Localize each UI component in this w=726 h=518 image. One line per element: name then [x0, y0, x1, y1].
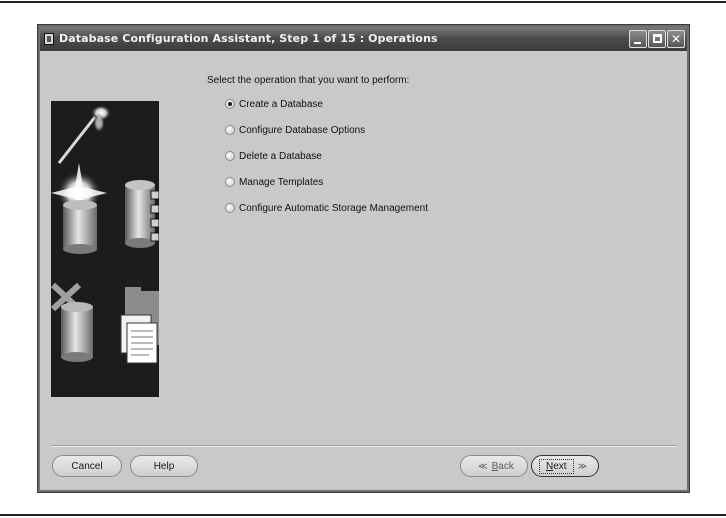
cancel-button[interactable]: Cancel [52, 455, 122, 477]
help-button[interactable]: Help [130, 455, 198, 477]
help-button-label: Help [153, 460, 175, 472]
title-bar[interactable]: Database Configuration Assistant, Step 1… [40, 27, 687, 51]
window-title: Database Configuration Assistant, Step 1… [59, 32, 438, 45]
next-button-label: Next [539, 458, 574, 474]
option-label: Create a Database [239, 98, 323, 110]
wizard-illustration [51, 101, 159, 397]
delete-database-radio[interactable] [225, 151, 235, 161]
button-area-separator [51, 445, 677, 447]
dca-dialog-window: Database Configuration Assistant, Step 1… [37, 24, 690, 493]
application-icon [44, 33, 54, 45]
minimize-icon [634, 42, 641, 44]
back-button[interactable]: ≪ Back [460, 455, 528, 477]
cancel-button-label: Cancel [71, 460, 103, 472]
configure-database-options-radio[interactable] [225, 125, 235, 135]
back-button-label: Back [491, 460, 514, 472]
page-rule-top [0, 1, 726, 3]
option-label: Configure Automatic Storage Management [239, 202, 428, 214]
option-label: Delete a Database [239, 150, 322, 162]
option-configure-database-options[interactable]: Configure Database Options [225, 123, 365, 137]
next-button[interactable]: Next ≫ [531, 455, 599, 477]
minimize-button[interactable] [629, 30, 647, 48]
option-create-database[interactable]: Create a Database [225, 97, 323, 111]
option-manage-templates[interactable]: Manage Templates [225, 175, 323, 189]
option-configure-asm[interactable]: Configure Automatic Storage Management [225, 201, 428, 215]
maximize-button[interactable] [648, 30, 666, 48]
page-rule-bottom [0, 514, 726, 516]
manage-templates-radio[interactable] [225, 177, 235, 187]
back-arrow-icon: ≪ [478, 460, 488, 471]
close-icon: ✕ [670, 32, 682, 46]
database-illustration-art [51, 105, 159, 364]
option-delete-database[interactable]: Delete a Database [225, 149, 322, 163]
operation-prompt: Select the operation that you want to pe… [207, 75, 410, 86]
create-database-radio[interactable] [225, 99, 235, 109]
maximize-icon [653, 34, 662, 43]
next-arrow-icon: ≫ [577, 460, 587, 471]
configure-asm-radio[interactable] [225, 203, 235, 213]
option-label: Manage Templates [239, 176, 324, 188]
option-label: Configure Database Options [239, 124, 366, 136]
close-button[interactable]: ✕ [667, 30, 685, 48]
